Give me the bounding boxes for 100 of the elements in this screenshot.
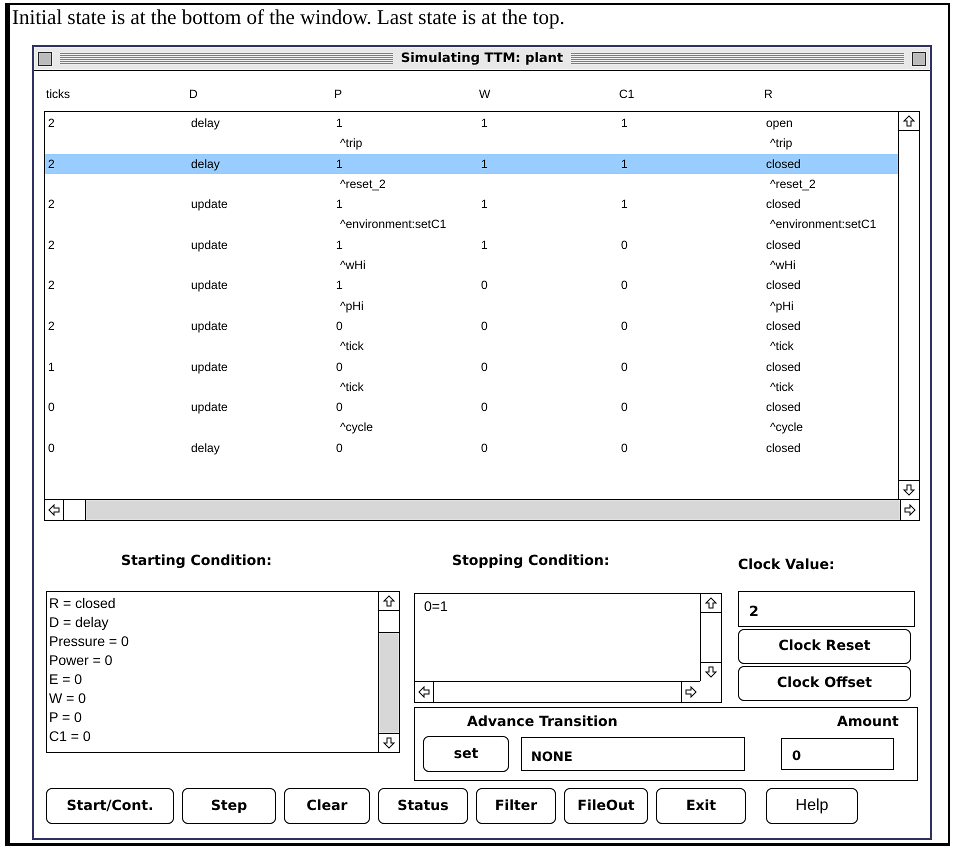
table-cell-text: 0 [621,277,629,294]
table-cell-text: update [191,318,229,335]
table-cell-text: 0 [621,358,629,376]
table-row[interactable]: 2 delay 1 1 1 closed [45,154,898,174]
column-header: D [189,86,199,103]
event-label: ^wHi [769,257,796,274]
clock-value-field[interactable]: 2 [738,591,915,627]
table-cell-text: 0 [481,277,489,294]
event-label: ^tick [769,378,794,396]
condition-line: W = 0 [49,689,87,708]
table-cell-text: update [191,196,229,214]
scroll-right-icon[interactable] [903,503,917,517]
scroll-left-icon[interactable] [47,503,61,517]
table-row[interactable]: 2 update 1 1 1 closed [45,194,898,214]
table-cell-text: 1 [621,115,629,132]
section-label: Starting Condition: [120,552,273,571]
table-cell-text: update [191,358,229,376]
table-cell-text: closed [766,399,802,416]
starting-condition-list[interactable]: R = closed D = delay Pressure = 0 Power = 0 E = 0 W = 0 P = 0 C1 = 0 [46,591,400,753]
table-cell-text: 0 [336,440,344,457]
scroll-right-icon[interactable] [684,685,698,699]
table-row[interactable]: 0 delay 0 0 0 closed [45,438,898,458]
event-label: ^wHi [339,257,367,274]
horizontal-scrollbar[interactable] [45,499,919,520]
panel-label: Advance Transition [467,712,619,732]
table-cell-text: closed [766,318,802,335]
table-row[interactable]: 2 delay 1 1 1 open [45,113,898,134]
table-cell-text: 0 [481,399,489,416]
condition-line: D = delay [49,613,110,632]
table-cell-text: 1 [48,358,56,376]
table-cell-text: closed [766,440,802,457]
action-button[interactable]: Start/Cont. [46,788,174,824]
table-cell-text: 1 [621,156,629,173]
table-cell-text: 1 [336,277,344,294]
close-box-icon[interactable] [38,52,52,66]
table-row[interactable]: 0 update 0 0 0 closed [45,397,898,418]
column-header: ticks [46,86,71,103]
action-button[interactable]: Clear [284,788,370,824]
table-cell-text: 2 [48,318,56,335]
table-cell-text: 1 [481,196,489,214]
column-header: P [334,86,344,103]
table-cell-text: 1 [336,115,344,132]
event-label: ^cycle [339,419,374,436]
table-cell-text: 0 [336,318,344,335]
event-label: ^trip [339,135,364,152]
transition-field[interactable]: NONE [521,737,745,771]
table-row[interactable]: 2 update 1 0 0 closed [45,275,898,296]
action-button[interactable]: FileOut [564,788,648,824]
column-header: R [764,86,774,103]
condition-line: E = 0 [49,670,84,689]
scroll-down-icon[interactable] [704,665,718,679]
table-cell-text: 1 [621,196,629,214]
set-button[interactable]: set [423,736,509,772]
event-label: ^environment:setC1 [769,216,876,234]
stopping-condition-list[interactable]: 0=1 [414,593,722,703]
table-cell-text: 0 [336,358,344,376]
event-label: ^environment:setC1 [339,216,448,234]
event-label: ^cycle [769,419,803,436]
event-label: ^tick [769,338,794,356]
table-cell-text: 1 [481,236,489,254]
action-button[interactable]: Status [378,788,468,824]
condition-line: C1 = 0 [49,727,92,746]
table-cell-text: update [191,236,229,254]
amount-field[interactable]: 0 [781,738,894,770]
table-cell-text: 0 [621,399,629,416]
table-cell-text: closed [766,236,802,254]
window-title: Simulating TTM: plant [400,50,564,68]
action-button[interactable]: Filter [476,788,556,824]
action-button[interactable]: Step [182,788,276,824]
scroll-down-icon[interactable] [902,483,916,497]
condition-line: Power = 0 [49,651,114,670]
event-label: ^reset_2 [769,176,816,193]
table-cell-text: 0 [48,440,56,457]
scroll-up-icon[interactable] [704,596,718,610]
clock-label: Clock Value: [738,556,836,575]
table-cell-text: 2 [48,277,56,294]
table-row[interactable]: 2 update 0 0 0 closed [45,316,898,336]
action-button[interactable]: Exit [656,788,746,824]
table-cell-text: 2 [48,236,56,254]
condition-line: R = closed [49,594,117,613]
zoom-box-icon[interactable] [912,52,926,66]
table-cell-text: 1 [336,236,344,254]
scroll-up-icon[interactable] [382,594,396,608]
clock-button[interactable]: Clock Offset [738,666,911,701]
help-button[interactable]: Help [766,788,858,824]
clock-button[interactable]: Clock Reset [738,629,911,664]
table-row[interactable]: 1 update 0 0 0 closed [45,356,898,377]
column-header: C1 [619,86,636,103]
scroll-down-icon[interactable] [382,736,396,750]
table-cell-text: open [766,115,794,132]
table-cell-text: 0 [621,236,629,254]
scroll-left-icon[interactable] [417,685,431,699]
vertical-scrollbar[interactable] [378,592,399,752]
scroll-up-icon[interactable] [902,114,916,128]
table-row[interactable]: 2 update 1 1 0 closed [45,234,898,256]
caption: Initial state is at the bottom of the window. Last state is at the top. [11,5,566,31]
vertical-scrollbar[interactable] [898,112,919,499]
table-cell-text: delay [191,440,221,457]
scroll-thumb[interactable] [64,500,86,520]
event-label: ^tick [339,378,365,396]
